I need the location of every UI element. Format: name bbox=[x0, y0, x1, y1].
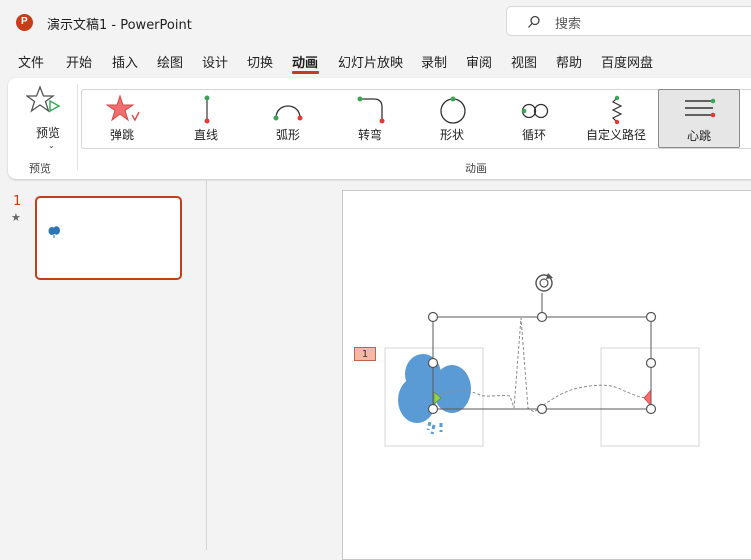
resize-handle-top-right[interactable] bbox=[645, 311, 657, 323]
animation-order-badge[interactable]: 1 bbox=[354, 347, 376, 361]
resize-handle-left[interactable] bbox=[427, 357, 439, 369]
resize-handle-right[interactable] bbox=[645, 357, 657, 369]
path-end-marker-icon bbox=[643, 389, 652, 407]
resize-handle-top-left[interactable] bbox=[427, 311, 439, 323]
resize-handle-bottom-right[interactable] bbox=[645, 403, 657, 415]
resize-handle-top[interactable] bbox=[536, 311, 548, 323]
resize-handle-bottom[interactable] bbox=[536, 403, 548, 415]
rotate-handle-icon[interactable] bbox=[535, 273, 553, 292]
canvas-overlay bbox=[384, 273, 700, 447]
resize-handle-bottom-left[interactable] bbox=[427, 403, 439, 415]
